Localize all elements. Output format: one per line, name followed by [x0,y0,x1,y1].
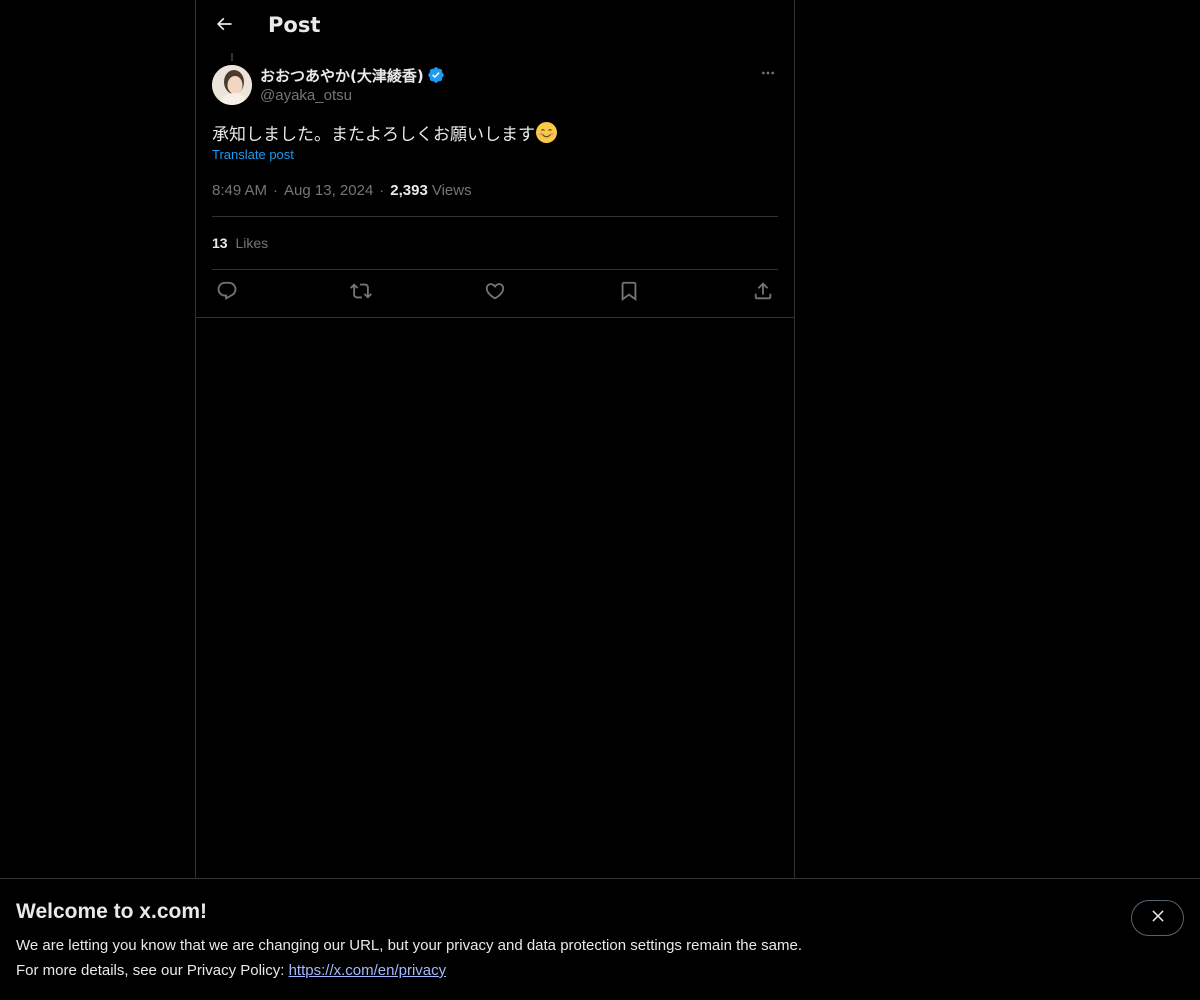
divider [196,317,794,318]
privacy-policy-link[interactable]: https://x.com/en/privacy [289,962,447,979]
back-button[interactable] [206,8,242,44]
views-label: Views [431,182,472,199]
more-options-button[interactable] [758,65,778,85]
author-handle[interactable]: @ayaka_otsu [260,87,352,104]
translate-post-link[interactable]: Translate post [212,147,294,162]
post-header: Post [196,0,794,53]
banner-privacy-note: For more details, see our Privacy Policy… [16,962,446,979]
reply-icon [216,280,238,307]
url-change-banner: Welcome to x.com! We are letting you kno… [0,878,1200,1000]
banner-privacy-prefix: For more details, see our Privacy Policy… [16,962,289,979]
share-icon [752,280,774,307]
post-date[interactable]: Aug 13, 2024 [284,182,373,199]
banner-message: We are letting you know that we are chan… [16,937,802,954]
author-name-row: おおつあやか(大津綾香) [260,65,445,85]
bookmark-button[interactable] [614,279,644,307]
thread-connector [231,53,233,61]
bookmark-icon [618,280,640,307]
likes-count: 13 [212,235,228,251]
views-count: 2,393 [390,182,428,199]
divider [212,269,778,270]
page-title: Post [268,13,321,37]
post-actions [212,279,778,307]
post-text: 承知しました。またよろしくお願いします [212,120,557,145]
banner-title: Welcome to x.com! [16,900,207,923]
post-text-content: 承知しました。またよろしくお願いします [212,125,535,145]
reply-button[interactable] [212,279,242,307]
post-author: おおつあやか(大津綾香) @ayaka_otsu [212,65,778,107]
close-icon [1149,907,1167,930]
repost-icon [350,280,372,307]
divider [212,216,778,217]
avatar[interactable] [212,65,252,105]
meta-separator: · [379,182,385,199]
post-time[interactable]: 8:49 AM [212,182,267,199]
main-column: Post おおつあやか(大津綾香) @ayaka_otsu 承知しました。またよ… [195,0,795,879]
like-button[interactable] [480,279,510,307]
post-meta: 8:49 AM · Aug 13, 2024 · 2,393 Views [212,182,472,199]
likes-label: Likes [235,235,269,251]
repost-button[interactable] [346,279,376,307]
share-button[interactable] [748,279,778,307]
likes-stat[interactable]: 13 Likes [212,235,268,251]
more-horizontal-icon [760,65,776,86]
arrow-left-icon [214,14,234,39]
heart-icon [484,280,506,307]
author-name[interactable]: おおつあやか(大津綾香) [260,65,424,86]
banner-close-button[interactable] [1131,900,1184,936]
verified-badge-icon [427,66,445,84]
smiling-face-emoji-icon [536,122,557,143]
meta-separator: · [273,182,279,199]
